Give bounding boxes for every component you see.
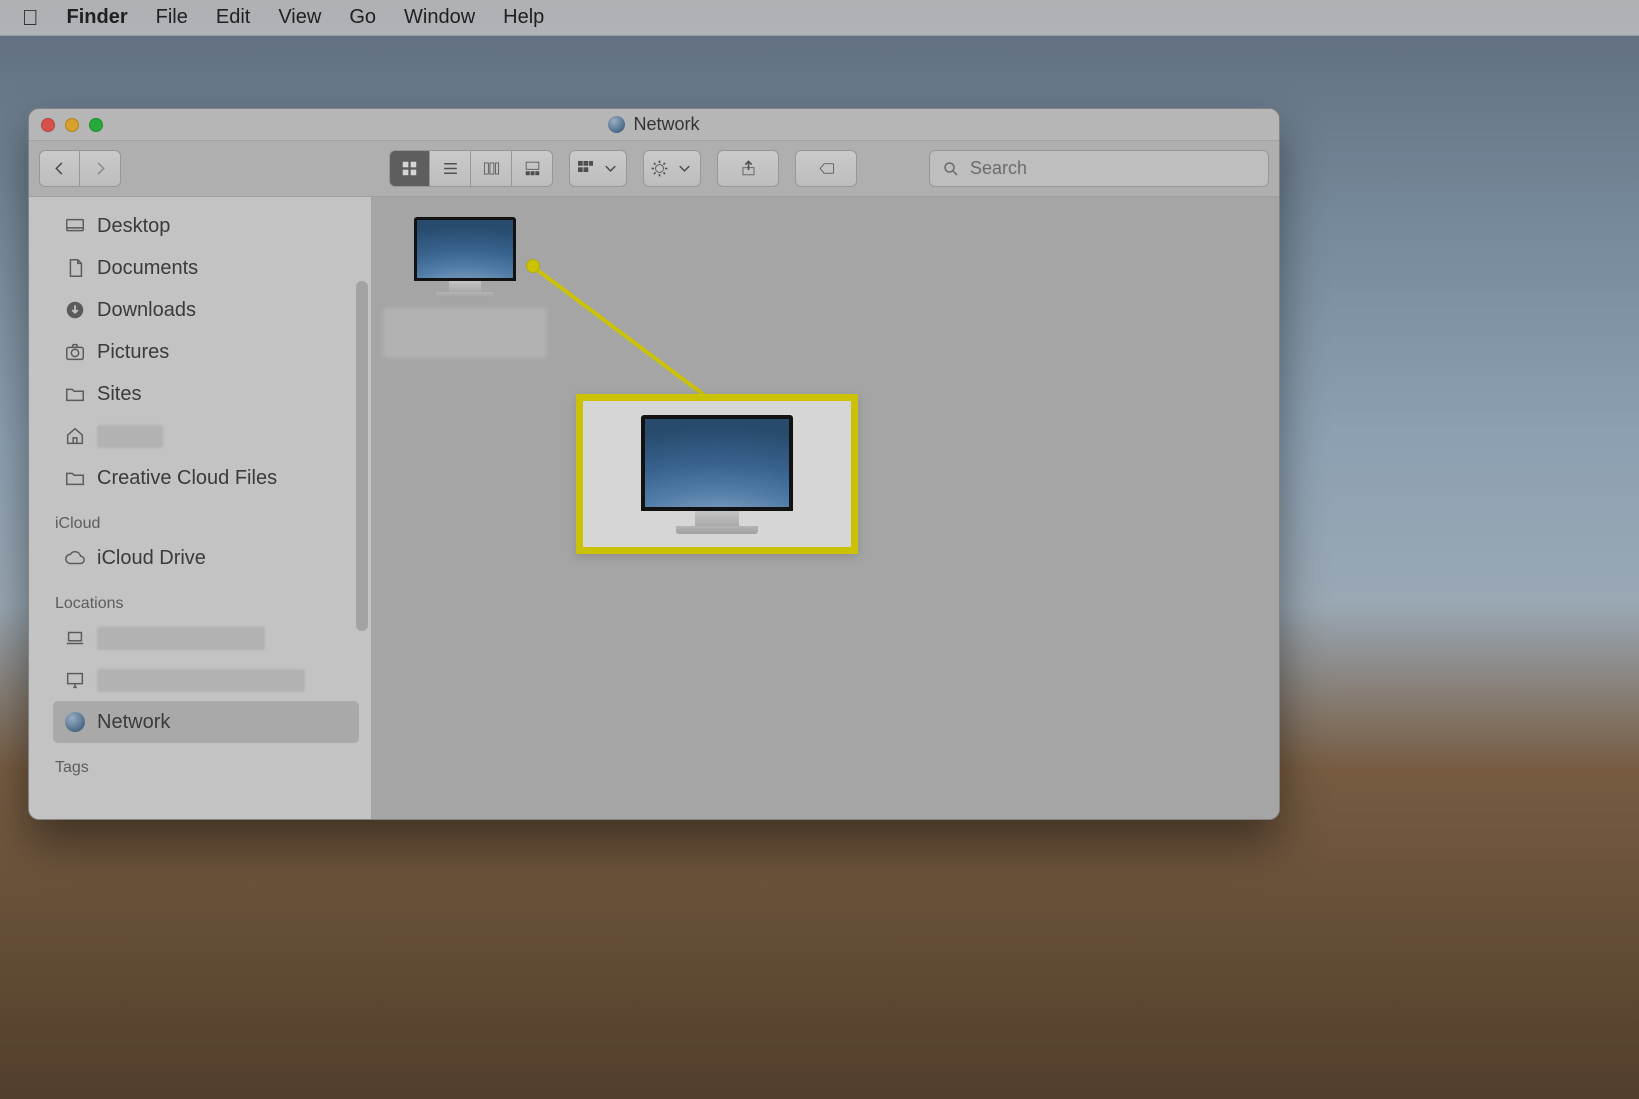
share-button[interactable] bbox=[717, 150, 779, 187]
chevron-down-icon bbox=[601, 159, 620, 178]
sidebar-item-sites[interactable]: Sites bbox=[53, 373, 359, 415]
view-columns-button[interactable] bbox=[471, 150, 512, 187]
action-menu-button[interactable] bbox=[643, 150, 701, 187]
redacted-label bbox=[97, 669, 305, 692]
sidebar-item-label: Desktop bbox=[97, 215, 170, 238]
content-pane[interactable] bbox=[372, 197, 1279, 819]
redacted-label bbox=[97, 425, 163, 448]
sidebar-item-label: Creative Cloud Files bbox=[97, 467, 277, 490]
view-icons-button[interactable] bbox=[389, 150, 430, 187]
document-icon bbox=[63, 256, 87, 280]
network-globe-icon bbox=[63, 710, 87, 734]
traffic-lights bbox=[41, 118, 103, 132]
computer-icon bbox=[382, 217, 548, 298]
view-gallery-button[interactable] bbox=[512, 150, 553, 187]
download-icon bbox=[63, 298, 87, 322]
cloud-icon bbox=[63, 546, 87, 570]
nav-buttons bbox=[39, 150, 121, 187]
titlebar[interactable]: Network bbox=[29, 109, 1279, 141]
sidebar-section-icloud: iCloud bbox=[55, 515, 359, 533]
sidebar-item-documents[interactable]: Documents bbox=[53, 247, 359, 289]
group-by-button[interactable] bbox=[569, 150, 627, 187]
search-input[interactable] bbox=[970, 158, 1256, 179]
sidebar-item-label: Pictures bbox=[97, 341, 169, 364]
view-list-button[interactable] bbox=[430, 150, 471, 187]
folder-icon bbox=[63, 382, 87, 406]
window-title: Network bbox=[608, 114, 699, 135]
sidebar-section-tags: Tags bbox=[55, 759, 359, 777]
menu-file[interactable]: File bbox=[156, 6, 188, 29]
callout-dot bbox=[526, 259, 540, 273]
sidebar-item-label: Documents bbox=[97, 257, 198, 280]
sidebar: Desktop Documents Downloads Pictures Sit… bbox=[29, 197, 372, 819]
finder-window: Network bbox=[28, 108, 1280, 820]
display-icon bbox=[63, 668, 87, 692]
finder-body: Desktop Documents Downloads Pictures Sit… bbox=[29, 197, 1279, 819]
sidebar-item-desktop[interactable]: Desktop bbox=[53, 205, 359, 247]
back-button[interactable] bbox=[39, 150, 80, 187]
window-minimize-button[interactable] bbox=[65, 118, 79, 132]
sidebar-item-pictures[interactable]: Pictures bbox=[53, 331, 359, 373]
search-icon bbox=[942, 160, 960, 178]
network-computer-item[interactable] bbox=[382, 217, 548, 358]
window-close-button[interactable] bbox=[41, 118, 55, 132]
view-switcher bbox=[389, 150, 553, 187]
sidebar-item-label: Downloads bbox=[97, 299, 196, 322]
menubar:  Finder File Edit View Go Window Help bbox=[0, 0, 1639, 36]
computer-icon bbox=[641, 415, 793, 534]
menu-view[interactable]: View bbox=[278, 6, 321, 29]
menu-help[interactable]: Help bbox=[503, 6, 544, 29]
window-zoom-button[interactable] bbox=[89, 118, 103, 132]
toolbar bbox=[29, 141, 1279, 197]
menu-app-name[interactable]: Finder bbox=[67, 6, 128, 29]
sidebar-item-label: iCloud Drive bbox=[97, 547, 206, 570]
apple-menu-icon[interactable]:  bbox=[22, 0, 39, 36]
callout-magnified-icon bbox=[576, 394, 858, 554]
sidebar-item-location-2[interactable] bbox=[53, 659, 359, 701]
sidebar-item-downloads[interactable]: Downloads bbox=[53, 289, 359, 331]
sidebar-section-locations: Locations bbox=[55, 595, 359, 613]
redacted-label bbox=[97, 627, 265, 650]
menu-go[interactable]: Go bbox=[349, 6, 376, 29]
sidebar-item-label: Sites bbox=[97, 383, 141, 406]
folder-icon bbox=[63, 466, 87, 490]
window-title-text: Network bbox=[633, 114, 699, 135]
desktop-icon bbox=[63, 214, 87, 238]
sidebar-item-creative-cloud[interactable]: Creative Cloud Files bbox=[53, 457, 359, 499]
edit-tags-button[interactable] bbox=[795, 150, 857, 187]
redacted-label bbox=[383, 308, 547, 358]
forward-button[interactable] bbox=[80, 150, 121, 187]
home-icon bbox=[63, 424, 87, 448]
sidebar-item-label: Network bbox=[97, 711, 170, 734]
sidebar-scrollbar[interactable] bbox=[356, 281, 368, 631]
chevron-down-icon bbox=[675, 159, 694, 178]
sidebar-item-network[interactable]: Network bbox=[53, 701, 359, 743]
search-field[interactable] bbox=[929, 150, 1269, 187]
sidebar-item-location-1[interactable] bbox=[53, 617, 359, 659]
sidebar-item-icloud-drive[interactable]: iCloud Drive bbox=[53, 537, 359, 579]
laptop-icon bbox=[63, 626, 87, 650]
menu-edit[interactable]: Edit bbox=[216, 6, 250, 29]
sidebar-item-home[interactable] bbox=[53, 415, 359, 457]
menu-window[interactable]: Window bbox=[404, 6, 475, 29]
network-globe-icon bbox=[608, 116, 625, 133]
camera-icon bbox=[63, 340, 87, 364]
